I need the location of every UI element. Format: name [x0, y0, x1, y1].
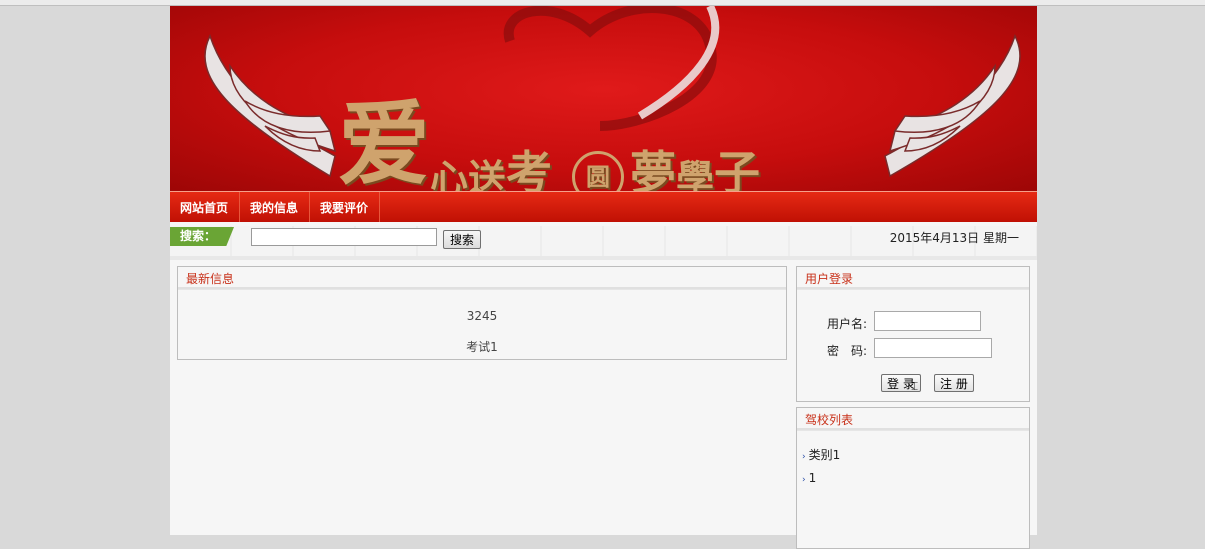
- banner-char-kao: 考: [506, 146, 553, 191]
- driving-school-list-panel: 驾校列表 › 类别1 › 1: [796, 407, 1030, 549]
- nav-item-review[interactable]: 我要评价: [310, 192, 381, 222]
- username-field[interactable]: [874, 311, 981, 331]
- search-input[interactable]: [251, 228, 437, 246]
- username-label: 用户名:: [827, 317, 868, 331]
- list-item-label: 类别1: [808, 448, 841, 462]
- news-item[interactable]: 考试1: [178, 338, 786, 355]
- user-login-title: 用户登录: [797, 267, 1029, 290]
- current-date: 2015年4月13日 星期一: [889, 231, 1019, 245]
- latest-news-title: 最新信息: [178, 267, 786, 290]
- left-wing-icon: [204, 34, 337, 178]
- nav-item-my-info[interactable]: 我的信息: [240, 192, 311, 222]
- password-field[interactable]: [874, 338, 992, 358]
- bullet-arrow-icon: ›: [802, 475, 806, 485]
- list-item-label: 1: [808, 471, 817, 485]
- user-login-panel: 用户登录 用户名: 密 码: 登 录 ⌶ 注 册: [796, 266, 1030, 402]
- main-nav: 网站首页 我的信息 我要评价: [170, 191, 1037, 222]
- banner-char-meng: 夢: [630, 146, 677, 191]
- right-wing-icon: [884, 34, 1021, 178]
- text-cursor-icon: ⌶: [911, 379, 919, 393]
- banner-slogan: 爱心送考圆夢學子: [338, 70, 760, 191]
- register-button[interactable]: 注 册: [934, 374, 974, 392]
- latest-news-panel: 最新信息 3245 考试1: [177, 266, 787, 360]
- banner-char-yuan: 圆: [572, 151, 625, 191]
- driving-school-list-title: 驾校列表: [797, 408, 1029, 431]
- banner-char-ai: 爱: [338, 90, 431, 191]
- password-label: 密 码:: [827, 344, 868, 358]
- banner-char-zi: 子: [714, 146, 761, 191]
- list-item[interactable]: › 类别1: [802, 446, 840, 463]
- nav-item-home[interactable]: 网站首页: [170, 192, 241, 222]
- banner-chars-xinsong: 心送: [430, 156, 507, 191]
- search-label: 搜索：: [170, 227, 234, 246]
- search-button[interactable]: 搜索: [443, 230, 482, 249]
- page-container: 爱心送考圆夢學子 网站首页 我的信息 我要评价 搜索： 搜索 2015年4月13日 …: [170, 6, 1037, 549]
- banner-char-xue: 學: [676, 156, 715, 191]
- news-item[interactable]: 3245: [178, 309, 786, 323]
- list-item[interactable]: › 1: [802, 471, 816, 485]
- bullet-arrow-icon: ›: [802, 452, 806, 462]
- search-bar: 搜索： 搜索 2015年4月13日 星期一: [170, 226, 1037, 260]
- header-banner: 爱心送考圆夢學子: [170, 6, 1037, 191]
